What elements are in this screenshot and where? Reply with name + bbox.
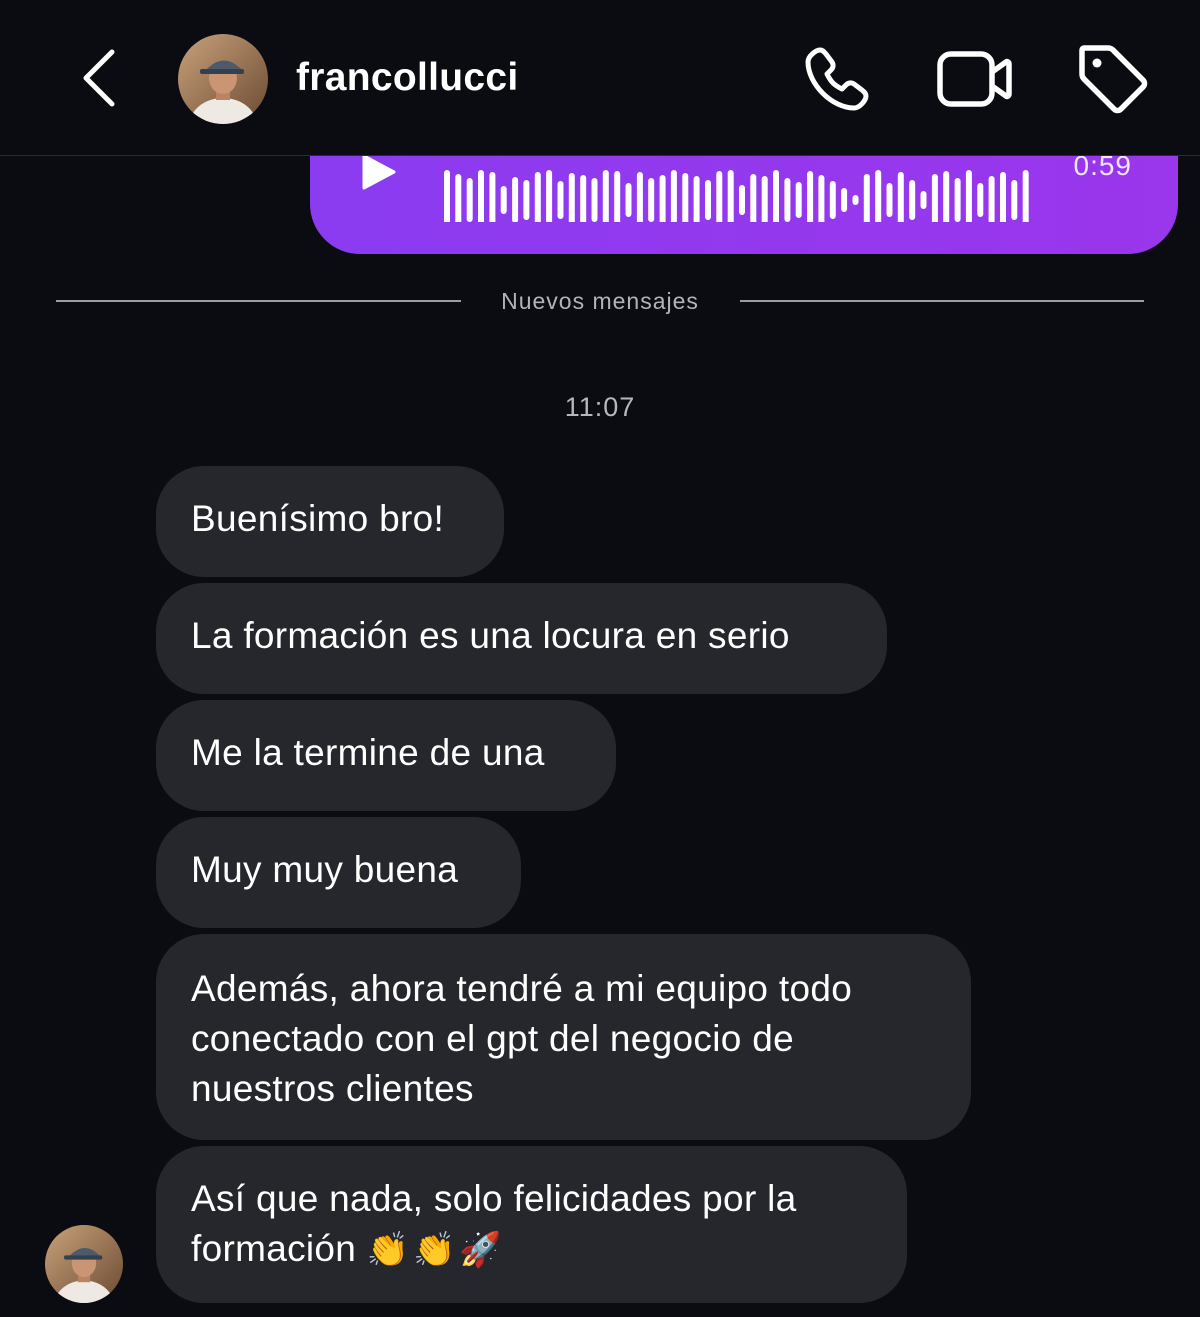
waveform-bar: [761, 176, 768, 222]
waveform-bar: [489, 172, 496, 222]
waveform-bar: [534, 172, 541, 222]
waveform-bar: [614, 171, 621, 222]
waveform-bar: [739, 185, 745, 215]
waveform-bar: [841, 188, 848, 212]
waveform-bar: [455, 174, 462, 222]
message-timestamp: 11:07: [564, 392, 636, 422]
waveform-bar: [466, 178, 473, 222]
message-text: Buenísimo bro!: [191, 498, 445, 539]
waveform-bar: [580, 175, 587, 222]
call-button[interactable]: [796, 38, 878, 120]
avatar-image: [178, 34, 268, 124]
waveform-bar: [977, 183, 984, 217]
waveform-bar: [875, 170, 882, 222]
message-bubble[interactable]: Muy muy buena: [156, 817, 521, 928]
play-icon: [362, 154, 396, 190]
waveform-bar: [500, 186, 507, 214]
new-messages-label: Nuevos mensajes: [501, 288, 699, 314]
waveform-bar: [909, 180, 916, 220]
message-bubble[interactable]: Además, ahora tendré a mi equipo todo co…: [156, 934, 971, 1140]
waveform-bar: [795, 182, 802, 218]
waveform-bar: [863, 174, 870, 222]
waveform-bar: [807, 171, 814, 222]
waveform-bar: [682, 173, 689, 222]
waveform-bar: [931, 174, 938, 222]
message-text: Me la termine de una: [191, 732, 545, 773]
waveform-bar: [852, 195, 859, 205]
video-camera-icon: [937, 51, 1012, 107]
waveform-bar: [659, 175, 666, 222]
waveform-bar: [705, 180, 711, 220]
video-call-button[interactable]: [934, 38, 1016, 120]
message-text-line: formación: [191, 1228, 357, 1269]
chevron-left-icon: [83, 49, 115, 107]
message-bubble[interactable]: Así que nada, solo felicidades por la fo…: [156, 1146, 907, 1303]
waveform-bar: [897, 172, 904, 222]
message-text-line: conectado con el gpt del negocio de: [191, 1018, 794, 1059]
waveform-bar: [750, 174, 757, 222]
message-bubble[interactable]: La formación es una locura en serio: [156, 583, 887, 694]
waveform-bar: [444, 170, 450, 222]
waveform-bar: [943, 171, 950, 222]
contact-avatar[interactable]: [178, 34, 268, 124]
waveform-bar: [602, 170, 609, 222]
waveform-bar: [784, 178, 791, 222]
waveform-bar: [693, 176, 700, 222]
waveform-bar: [625, 183, 632, 217]
divider-line-right: [740, 300, 1144, 302]
message-text-line: nuestros clientes: [191, 1068, 474, 1109]
play-button[interactable]: [358, 152, 398, 192]
waveform-bar: [773, 170, 779, 222]
waveform-bar: [557, 181, 564, 219]
back-button[interactable]: [72, 42, 132, 114]
waveform-bar: [546, 170, 553, 222]
waveform-bar: [648, 178, 655, 222]
chat-header: francollucci: [0, 0, 1200, 156]
waveform-bar: [523, 180, 530, 220]
avatar-image: [45, 1225, 123, 1303]
waveform-bar: [591, 178, 598, 222]
contact-username[interactable]: francollucci: [296, 56, 519, 100]
message-text-line: Así que nada, solo felicidades por la: [191, 1178, 797, 1219]
waveform-bar: [965, 170, 972, 222]
tag-button[interactable]: [1072, 38, 1154, 120]
waveform-bar: [727, 170, 734, 222]
waveform-bar: [818, 175, 825, 222]
waveform-bar: [670, 170, 677, 222]
waveform-bar: [886, 183, 893, 217]
message-bubble[interactable]: Me la termine de una: [156, 700, 616, 811]
waveform-bar: [954, 178, 961, 222]
waveform-bar: [988, 176, 995, 222]
waveform-bar: [636, 172, 643, 222]
waveform-bar: [1022, 170, 1029, 222]
phone-icon: [805, 47, 869, 111]
divider-line-left: [56, 300, 461, 302]
tag-icon: [1079, 45, 1148, 114]
waveform-bar: [478, 170, 484, 222]
emoji-clap-clap-rocket: 👏👏🚀: [366, 1230, 506, 1270]
waveform-bar: [829, 181, 836, 219]
waveform-bar: [512, 177, 519, 222]
waveform-bar: [1000, 172, 1006, 222]
message-text: Muy muy buena: [191, 849, 459, 890]
message-text-line: Además, ahora tendré a mi equipo todo: [191, 968, 853, 1009]
waveform-bar: [1011, 180, 1018, 220]
message-text: La formación es una locura en serio: [191, 615, 790, 656]
sender-avatar[interactable]: [45, 1225, 123, 1303]
waveform-bar: [716, 171, 723, 222]
message-bubble[interactable]: Buenísimo bro!: [156, 466, 504, 577]
waveform-bar: [920, 191, 927, 209]
waveform-bar: [568, 173, 575, 222]
